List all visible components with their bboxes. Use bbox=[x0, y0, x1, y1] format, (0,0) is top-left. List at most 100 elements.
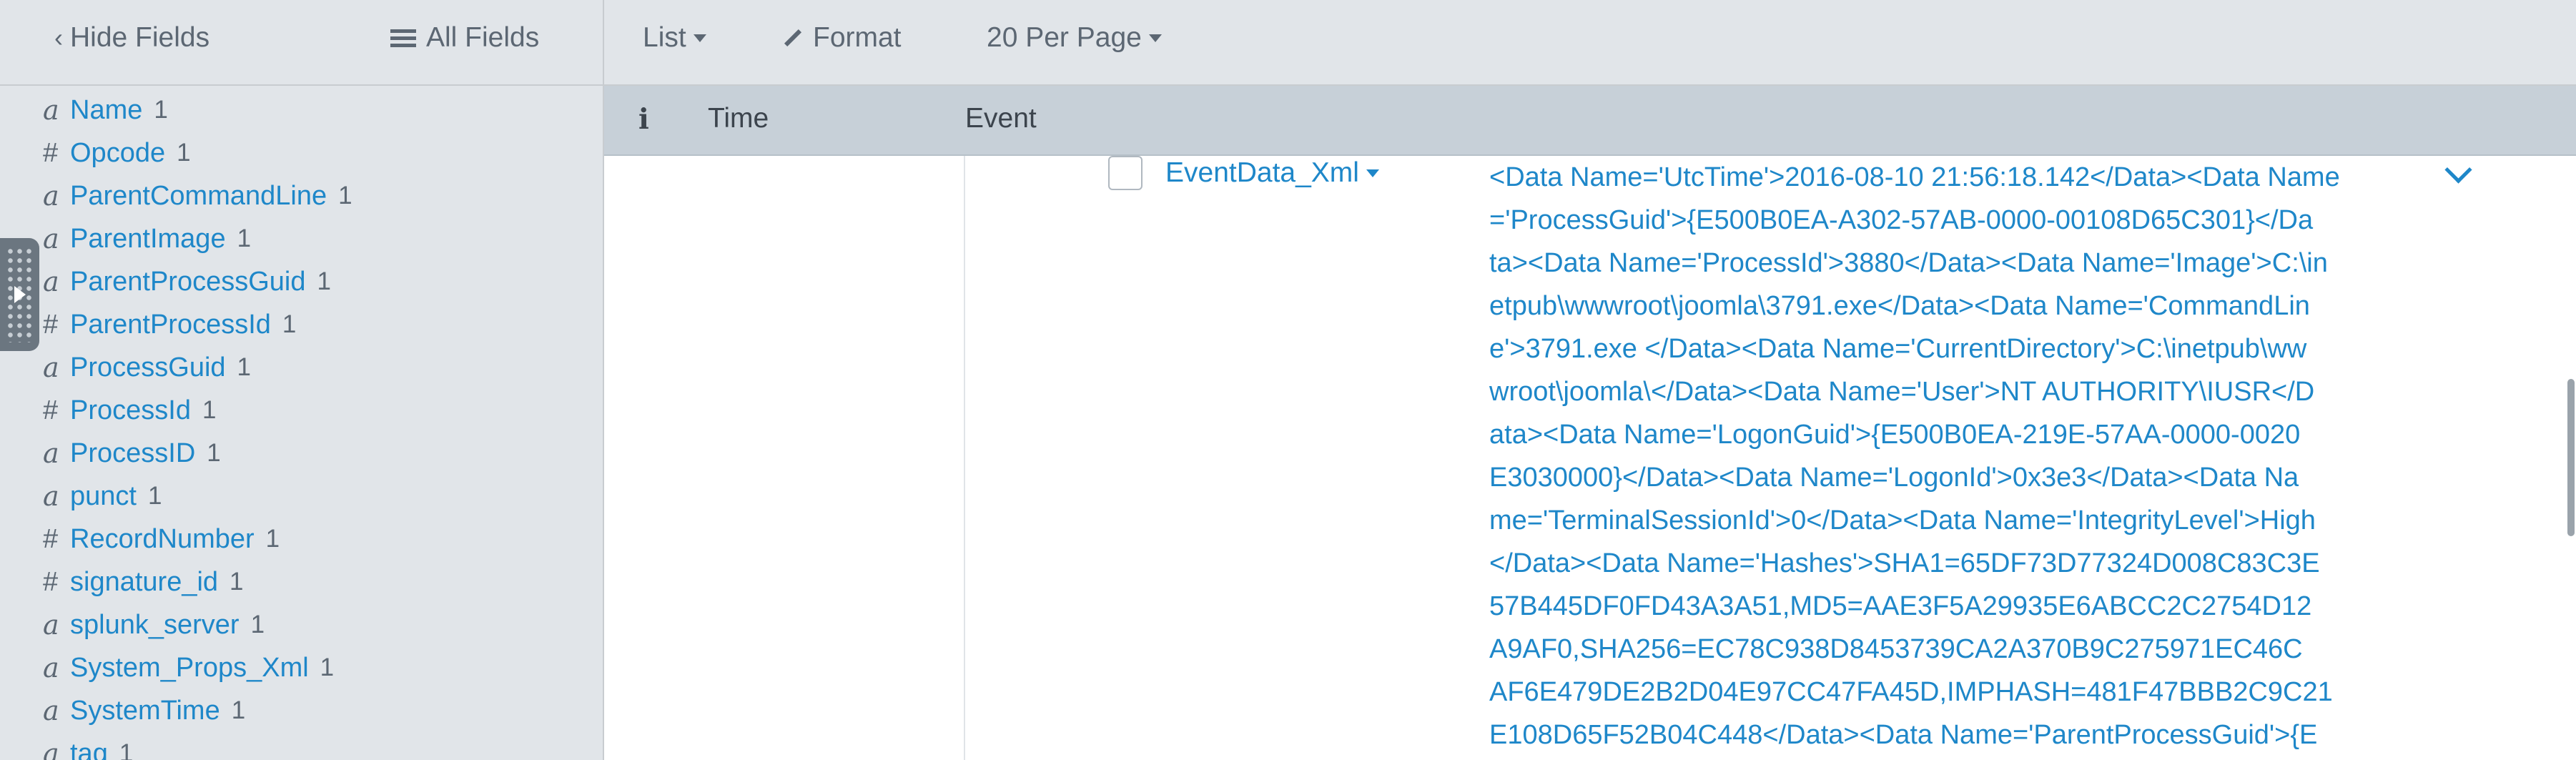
numeric-type-icon: # bbox=[43, 566, 59, 597]
hide-fields-label: Hide Fields bbox=[70, 22, 210, 53]
field-list: a Name 1 # Opcode 1 a ParentCommandLine 1 a Parent… bbox=[0, 89, 603, 760]
field-count: 1 bbox=[119, 739, 134, 760]
field-list-item[interactable]: # RecordNumber 1 bbox=[0, 518, 603, 561]
field-name: System_Props_Xml bbox=[70, 652, 309, 683]
field-count: 1 bbox=[177, 139, 191, 167]
list-icon bbox=[390, 29, 416, 47]
field-list-item[interactable]: a punct 1 bbox=[0, 475, 603, 518]
field-select-checkbox[interactable] bbox=[1108, 156, 1143, 190]
results-column-header: i Time Event bbox=[604, 86, 2576, 156]
chevron-down-icon[interactable] bbox=[2444, 156, 2472, 184]
field-name: signature_id bbox=[70, 566, 219, 597]
field-list-item[interactable]: a ProcessGuid 1 bbox=[0, 346, 603, 389]
event-field-label: EventData_Xml bbox=[1165, 157, 1359, 188]
field-name: ParentProcessId bbox=[70, 309, 271, 340]
event-value-line: etpub\wwwroot\joomla\3791.exe</Data><Dat… bbox=[1489, 291, 2310, 321]
all-fields-button[interactable]: All Fields bbox=[390, 20, 539, 56]
field-list-item[interactable]: a tag 1 bbox=[0, 732, 603, 760]
play-arrow-icon bbox=[14, 286, 26, 303]
list-view-dropdown[interactable]: List bbox=[643, 20, 706, 56]
string-type-icon: a bbox=[43, 609, 59, 641]
numeric-type-icon: # bbox=[43, 309, 59, 340]
field-list-item[interactable]: # ParentProcessId 1 bbox=[0, 303, 603, 346]
per-page-dropdown[interactable]: 20 Per Page bbox=[987, 20, 1162, 56]
string-type-icon: a bbox=[43, 438, 59, 469]
field-list-item[interactable]: a Name 1 bbox=[0, 89, 603, 132]
field-name: ParentCommandLine bbox=[70, 180, 327, 211]
event-value-line: </Data><Data Name='Hashes'>SHA1=65DF73D7… bbox=[1489, 548, 2320, 578]
field-name: SystemTime bbox=[70, 695, 220, 726]
event-field-name[interactable]: EventData_Xml bbox=[1165, 157, 1379, 189]
field-count: 1 bbox=[265, 525, 280, 553]
field-count: 1 bbox=[202, 396, 217, 424]
per-page-label: 20 Per Page bbox=[987, 22, 1142, 53]
string-type-icon: a bbox=[43, 223, 59, 255]
field-list-item[interactable]: a ParentProcessGuid 1 bbox=[0, 260, 603, 303]
event-column-header[interactable]: Event bbox=[965, 103, 1037, 134]
field-name: tag bbox=[70, 738, 108, 760]
field-count: 1 bbox=[338, 182, 352, 209]
chevron-left-icon: ‹ bbox=[54, 23, 63, 52]
event-divider bbox=[964, 156, 965, 760]
event-value-line: wroot\joomla\</Data><Data Name='User'>NT… bbox=[1489, 377, 2315, 407]
event-value-line: AF6E479DE2B2D04E97CC47FA45D,IMPHASH=481F… bbox=[1489, 677, 2333, 707]
field-count: 1 bbox=[282, 310, 297, 338]
event-value-line: ata><Data Name='LogonGuid'>{E500B0EA-219… bbox=[1489, 420, 2301, 450]
pencil-icon bbox=[784, 29, 802, 47]
string-type-icon: a bbox=[43, 180, 59, 212]
field-list-item[interactable]: # Opcode 1 bbox=[0, 132, 603, 174]
field-count: 1 bbox=[237, 353, 252, 381]
field-name: RecordNumber bbox=[70, 523, 255, 554]
field-list-item[interactable]: a SystemTime 1 bbox=[0, 689, 603, 732]
field-name: Opcode bbox=[70, 137, 166, 168]
field-name: punct bbox=[70, 480, 137, 511]
caret-down-icon bbox=[693, 34, 706, 42]
info-icon[interactable]: i bbox=[638, 103, 649, 136]
list-view-label: List bbox=[643, 22, 686, 53]
field-name: ProcessId bbox=[70, 395, 191, 425]
field-list-item[interactable]: a ParentCommandLine 1 bbox=[0, 174, 603, 217]
time-column-header[interactable]: Time bbox=[708, 103, 769, 134]
numeric-type-icon: # bbox=[43, 395, 59, 425]
field-count: 1 bbox=[317, 267, 331, 295]
numeric-type-icon: # bbox=[43, 137, 59, 168]
format-label: Format bbox=[813, 22, 902, 53]
caret-down-icon bbox=[1366, 169, 1379, 177]
caret-down-icon bbox=[1148, 34, 1162, 42]
field-count: 1 bbox=[230, 568, 244, 596]
all-fields-label: All Fields bbox=[426, 22, 540, 53]
format-button[interactable]: Format bbox=[783, 20, 902, 56]
field-name: ProcessID bbox=[70, 438, 196, 468]
event-value-line: ta><Data Name='ProcessId'>3880</Data><Da… bbox=[1489, 248, 2328, 278]
field-name: splunk_server bbox=[70, 609, 240, 640]
field-name: Name bbox=[70, 94, 143, 125]
field-list-item[interactable]: a ProcessID 1 bbox=[0, 432, 603, 475]
field-list-item[interactable]: a splunk_server 1 bbox=[0, 603, 603, 646]
event-detail: EventData_Xml <Data Name='UtcTime'>2016-… bbox=[604, 156, 2576, 760]
event-field-value[interactable]: <Data Name='UtcTime'>2016-08-10 21:56:18… bbox=[1489, 156, 2340, 756]
event-value-line: ='ProcessGuid'>{E500B0EA-A302-57AB-0000-… bbox=[1489, 205, 2314, 235]
string-type-icon: a bbox=[43, 352, 59, 383]
string-type-icon: a bbox=[43, 652, 59, 683]
string-type-icon: a bbox=[43, 695, 59, 726]
string-type-icon: a bbox=[43, 266, 59, 297]
results-toolbar: List Format 20 Per Page bbox=[604, 0, 2576, 86]
scrollbar-thumb[interactable] bbox=[2567, 379, 2575, 536]
field-count: 1 bbox=[147, 482, 162, 510]
field-count: 1 bbox=[237, 224, 252, 252]
string-type-icon: a bbox=[43, 94, 59, 126]
field-name: ParentProcessGuid bbox=[70, 266, 306, 297]
field-count: 1 bbox=[154, 96, 168, 124]
field-list-item[interactable]: # ProcessId 1 bbox=[0, 389, 603, 432]
numeric-type-icon: # bbox=[43, 523, 59, 554]
field-count: 1 bbox=[207, 439, 221, 467]
string-type-icon: a bbox=[43, 738, 59, 760]
field-list-item[interactable]: a System_Props_Xml 1 bbox=[0, 646, 603, 689]
field-count: 1 bbox=[231, 696, 246, 724]
string-type-icon: a bbox=[43, 480, 59, 512]
field-list-item[interactable]: a ParentImage 1 bbox=[0, 217, 603, 260]
field-list-item[interactable]: # signature_id 1 bbox=[0, 561, 603, 603]
hide-fields-button[interactable]: ‹ Hide Fields bbox=[54, 20, 209, 56]
sidebar-collapse-handle[interactable] bbox=[0, 238, 39, 351]
field-count: 1 bbox=[250, 611, 265, 638]
